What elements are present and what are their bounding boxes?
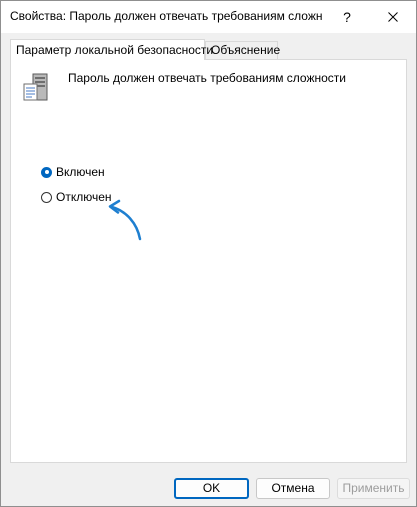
option-disabled[interactable]: Отключен — [41, 189, 112, 205]
server-policy-icon — [23, 73, 48, 101]
close-icon — [388, 12, 398, 22]
option-enabled-label: Включен — [56, 165, 105, 179]
radio-disabled[interactable] — [41, 191, 52, 203]
ok-button[interactable]: OK — [174, 478, 249, 499]
close-button[interactable] — [370, 1, 416, 33]
help-button[interactable]: ? — [324, 1, 370, 33]
help-icon: ? — [343, 9, 351, 25]
dialog-title: Свойства: Пароль должен отвечать требова… — [10, 9, 323, 23]
tab-panel: Пароль должен отвечать требованиям сложн… — [10, 59, 407, 463]
curved-arrow-icon — [108, 199, 142, 241]
title-bar[interactable]: Свойства: Пароль должен отвечать требова… — [1, 1, 416, 33]
radio-enabled[interactable] — [41, 166, 52, 178]
properties-dialog: Свойства: Пароль должен отвечать требова… — [0, 0, 417, 507]
option-enabled[interactable]: Включен — [41, 164, 105, 180]
option-disabled-label: Отключен — [56, 190, 112, 204]
tab-local-security-setting[interactable]: Параметр локальной безопасности — [10, 39, 213, 60]
apply-button[interactable]: Применить — [337, 478, 410, 499]
policy-title: Пароль должен отвечать требованиям сложн… — [68, 71, 346, 85]
cancel-button[interactable]: Отмена — [256, 478, 330, 499]
tab-explanation[interactable]: Объяснение — [205, 41, 280, 59]
